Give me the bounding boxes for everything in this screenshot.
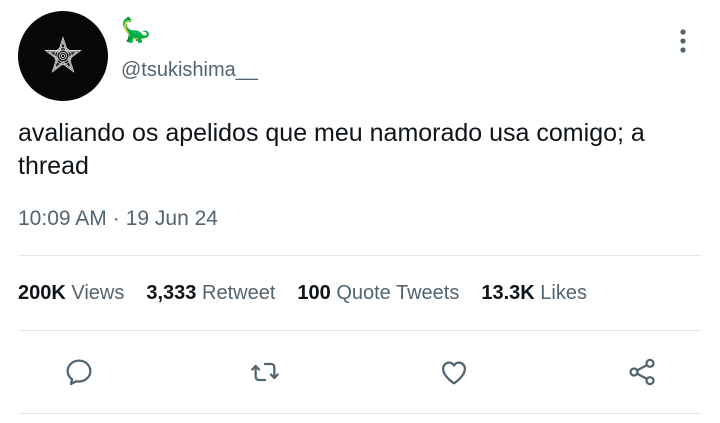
- likes-count: 13.3K: [481, 282, 535, 304]
- like-button[interactable]: [437, 355, 471, 389]
- tweet-text: avaliando os apelidos que meu namorado u…: [18, 119, 645, 180]
- quotes-count: 100: [297, 282, 331, 304]
- reply-button[interactable]: [62, 355, 96, 389]
- retweets-label: Retweet: [202, 282, 276, 304]
- tweet-date: 19 Jun 24: [125, 207, 218, 230]
- share-button[interactable]: [625, 355, 659, 389]
- spiral-star-icon: [44, 36, 82, 73]
- more-vertical-icon: [680, 29, 686, 53]
- retweet-icon: [251, 362, 279, 382]
- user-handle[interactable]: @tsukishima__: [121, 59, 258, 82]
- stat-retweets[interactable]: 3,333 Retweet: [146, 282, 275, 305]
- retweet-button[interactable]: [248, 355, 282, 389]
- stat-views[interactable]: 200K Views: [18, 282, 124, 305]
- avatar[interactable]: [18, 11, 108, 101]
- stat-quotes[interactable]: 100 Quote Tweets: [297, 282, 459, 305]
- divider: [18, 330, 702, 331]
- divider: [18, 255, 702, 256]
- quotes-label: Quote Tweets: [336, 282, 460, 304]
- reply-icon: [66, 359, 92, 386]
- stat-likes[interactable]: 13.3K Likes: [481, 282, 587, 305]
- more-options-button[interactable]: [668, 26, 698, 56]
- views-label: Views: [71, 282, 125, 304]
- display-name[interactable]: 🦕: [121, 16, 151, 46]
- retweets-count: 3,333: [146, 282, 197, 304]
- views-count: 200K: [18, 282, 66, 304]
- likes-label: Likes: [540, 282, 587, 304]
- timestamp-separator: ·: [112, 207, 120, 230]
- tweet-time: 10:09 AM: [18, 207, 107, 230]
- share-icon: [629, 358, 655, 386]
- tweet-timestamp[interactable]: 10:09 AM · 19 Jun 24: [18, 207, 218, 231]
- divider: [18, 413, 702, 414]
- tweet-stats: 200K Views 3,333 Retweet 100 Quote Tweet…: [18, 282, 609, 305]
- heart-icon: [441, 361, 467, 385]
